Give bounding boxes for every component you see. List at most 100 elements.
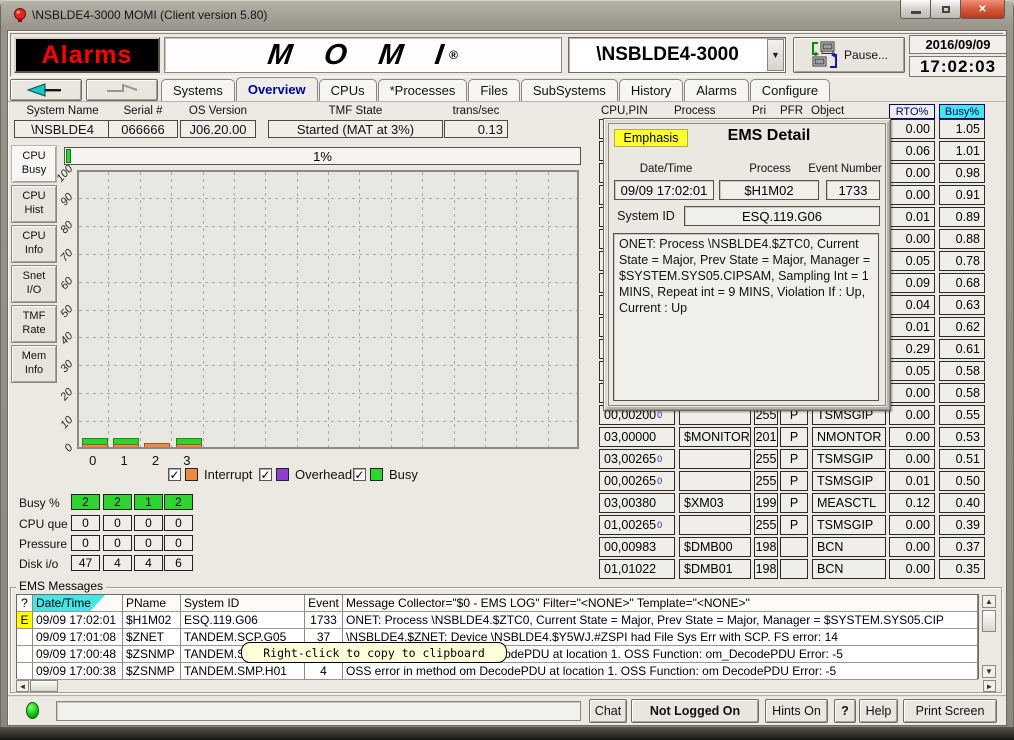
- process-cell-pin[interactable]: 01,002650: [599, 515, 675, 535]
- process-cell-rto[interactable]: 0.01: [889, 207, 935, 227]
- process-cell-rto[interactable]: 0.12: [889, 493, 935, 513]
- tab-cpus[interactable]: CPUs: [319, 79, 377, 101]
- ems-row-3-flag[interactable]: [17, 663, 33, 680]
- ems-row-0-event[interactable]: 1733: [305, 612, 343, 629]
- ems-row-0-datetime[interactable]: 09/09 17:02:01: [33, 612, 123, 629]
- process-cell-busy[interactable]: 0.55: [939, 405, 985, 425]
- process-cell-process[interactable]: $DMB01: [679, 559, 751, 579]
- checkbox-busy[interactable]: ✓: [353, 468, 366, 481]
- process-cell-process[interactable]: [679, 515, 751, 535]
- footer-button-item[interactable]: ?: [834, 699, 856, 723]
- process-cell-busy[interactable]: 0.58: [939, 361, 985, 381]
- process-cell-process[interactable]: [679, 449, 751, 469]
- process-cell-busy[interactable]: 0.68: [939, 273, 985, 293]
- process-cell-rto[interactable]: 0.00: [889, 229, 935, 249]
- process-cell-busy[interactable]: 0.89: [939, 207, 985, 227]
- process-cell-rto[interactable]: 0.00: [889, 163, 935, 183]
- tab-alarms[interactable]: Alarms: [684, 79, 748, 101]
- process-cell-pri[interactable]: 201: [754, 427, 778, 447]
- process-cell-object[interactable]: TSMSGIP: [812, 515, 886, 535]
- process-cell-rto[interactable]: 0.00: [889, 515, 935, 535]
- scroll-down-arrow-icon[interactable]: ▼: [982, 665, 996, 678]
- process-cell-pfr[interactable]: P: [780, 427, 808, 447]
- process-cell-pri[interactable]: 198: [754, 537, 778, 557]
- process-cell-pri[interactable]: 255: [754, 515, 778, 535]
- process-cell-pin[interactable]: 00,00983: [599, 537, 675, 557]
- process-cell-busy[interactable]: 0.40: [939, 493, 985, 513]
- process-cell-object[interactable]: BCN: [812, 537, 886, 557]
- alarms-button[interactable]: Alarms: [14, 37, 160, 73]
- process-cell-rto[interactable]: 0.00: [889, 119, 935, 139]
- ems-message-text[interactable]: ONET: Process \NSBLDE4.$ZTC0, Current St…: [613, 233, 879, 401]
- process-cell-process[interactable]: [679, 471, 751, 491]
- tab-overview[interactable]: Overview: [236, 77, 318, 101]
- ems-row-1-flag[interactable]: [17, 629, 33, 646]
- ems-row-3-pname[interactable]: $ZSNMP: [123, 663, 181, 680]
- process-cell-rto[interactable]: 0.06: [889, 141, 935, 161]
- process-cell-busy[interactable]: 0.53: [939, 427, 985, 447]
- tab-configure[interactable]: Configure: [750, 79, 830, 101]
- pause-button[interactable]: Pause...: [793, 37, 905, 73]
- process-cell-pri[interactable]: 255: [754, 449, 778, 469]
- process-cell-rto[interactable]: 0.00: [889, 537, 935, 557]
- tab-files[interactable]: Files: [468, 79, 519, 101]
- ems-row-3-system_id[interactable]: TANDEM.SMP.H01: [181, 663, 305, 680]
- process-cell-pfr[interactable]: P: [780, 515, 808, 535]
- process-cell-busy[interactable]: 0.91: [939, 185, 985, 205]
- scroll-up-arrow-icon[interactable]: ▲: [982, 595, 996, 608]
- ems-row-2-datetime[interactable]: 09/09 17:00:48: [33, 646, 123, 663]
- tab-processes[interactable]: *Processes: [378, 79, 468, 101]
- process-cell-process[interactable]: $XM03: [679, 493, 751, 513]
- ems-row-0-system_id[interactable]: ESQ.119.G06: [181, 612, 305, 629]
- scroll-right-arrow-icon[interactable]: ►: [983, 680, 996, 692]
- emphasis-button[interactable]: Emphasis: [614, 129, 688, 147]
- tab-systems[interactable]: Systems: [161, 79, 235, 101]
- process-cell-busy[interactable]: 0.62: [939, 317, 985, 337]
- process-cell-busy[interactable]: 0.58: [939, 383, 985, 403]
- process-cell-pri[interactable]: 198: [754, 559, 778, 579]
- ems-row-3-message[interactable]: OSS error in method om DecodePDU at loca…: [343, 663, 978, 680]
- ems-row-1-pname[interactable]: $ZNET: [123, 629, 181, 646]
- footer-button-print-screen[interactable]: Print Screen: [903, 699, 997, 723]
- process-cell-pfr[interactable]: P: [780, 471, 808, 491]
- ems-row-2-flag[interactable]: [17, 646, 33, 663]
- tab-subsystems[interactable]: SubSystems: [521, 79, 618, 101]
- ems-row-3-datetime[interactable]: 09/09 17:00:38: [33, 663, 123, 680]
- process-cell-pfr[interactable]: P: [780, 493, 808, 513]
- process-cell-rto[interactable]: 0.00: [889, 185, 935, 205]
- process-cell-rto[interactable]: 0.04: [889, 295, 935, 315]
- process-cell-busy[interactable]: 1.05: [939, 119, 985, 139]
- close-button[interactable]: ✕: [960, 0, 1005, 19]
- process-cell-rto[interactable]: 0.09: [889, 273, 935, 293]
- ems-row-2-pname[interactable]: $ZSNMP: [123, 646, 181, 663]
- process-cell-rto[interactable]: 0.05: [889, 251, 935, 271]
- process-cell-busy[interactable]: 0.61: [939, 339, 985, 359]
- process-cell-busy[interactable]: 0.37: [939, 537, 985, 557]
- sidebar-item-cpu-busy[interactable]: CPU Busy: [11, 145, 57, 183]
- system-selector[interactable]: \NSBLDE4-3000 ▼: [568, 37, 786, 73]
- ems-row-3-event[interactable]: 4: [305, 663, 343, 680]
- footer-button-chat[interactable]: Chat: [589, 699, 627, 723]
- ems-row-0-flag[interactable]: E: [17, 612, 33, 629]
- footer-button-help[interactable]: Help: [859, 699, 898, 723]
- process-cell-busy[interactable]: 1.01: [939, 141, 985, 161]
- footer-button-not-logged-on[interactable]: Not Logged On: [631, 699, 759, 723]
- process-cell-object[interactable]: TSMSGIP: [812, 471, 886, 491]
- ems-row-0-pname[interactable]: $H1M02: [123, 612, 181, 629]
- process-cell-rto[interactable]: 0.00: [889, 405, 935, 425]
- process-cell-busy[interactable]: 0.63: [939, 295, 985, 315]
- busy-column-header[interactable]: Busy%: [939, 104, 985, 119]
- process-cell-object[interactable]: NMONTOR: [812, 427, 886, 447]
- process-cell-pfr[interactable]: P: [780, 449, 808, 469]
- scroll-left-arrow-icon[interactable]: ◄: [16, 680, 29, 692]
- process-cell-rto[interactable]: 0.01: [889, 471, 935, 491]
- forward-button[interactable]: [86, 79, 158, 101]
- horizontal-scroll-thumb[interactable]: [30, 680, 58, 692]
- process-cell-rto[interactable]: 0.29: [889, 339, 935, 359]
- process-cell-rto[interactable]: 0.00: [889, 449, 935, 469]
- process-cell-object[interactable]: TSMSGIP: [812, 449, 886, 469]
- process-cell-pin[interactable]: 03,00000: [599, 427, 675, 447]
- process-cell-busy[interactable]: 0.88: [939, 229, 985, 249]
- process-cell-rto[interactable]: 0.05: [889, 361, 935, 381]
- process-cell-process[interactable]: $DMB00: [679, 537, 751, 557]
